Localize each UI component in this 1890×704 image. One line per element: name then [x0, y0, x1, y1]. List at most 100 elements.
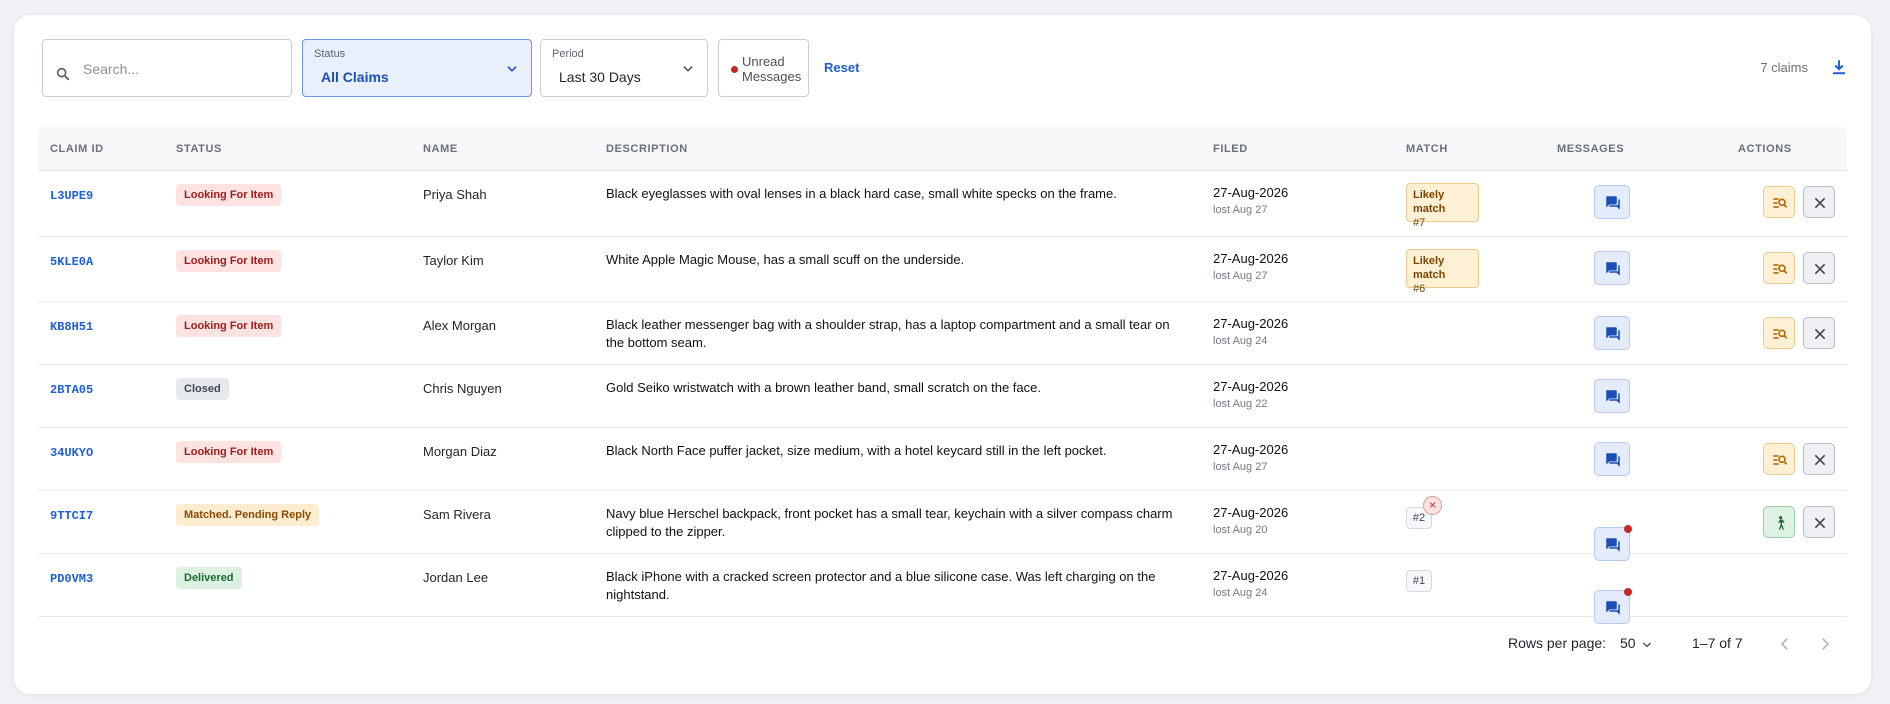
lost-date: lost Aug 22 — [1213, 398, 1268, 410]
lost-date: lost Aug 27 — [1213, 461, 1268, 473]
claimant-name: Priya Shah — [423, 187, 487, 202]
table-row[interactable]: 5KLE0A Looking For Item Taylor Kim White Ap… — [38, 237, 1847, 302]
likely-match-badge[interactable]: Likely match #6 — [1406, 249, 1479, 295]
match-number: #1 — [1412, 575, 1426, 587]
claimant-name: Jordan Lee — [423, 570, 489, 585]
column-header-claim-id: CLAIM ID — [50, 143, 104, 155]
period-select-label: Period — [552, 48, 584, 60]
period-select[interactable]: Period Last 30 Days — [540, 39, 708, 97]
claim-id-link[interactable]: KB8H51 — [50, 320, 93, 334]
find-match-button[interactable] — [1763, 443, 1795, 475]
claim-id-link[interactable]: 2BTA05 — [50, 383, 93, 397]
pickup-button[interactable] — [1763, 506, 1795, 538]
search-box[interactable] — [42, 39, 292, 97]
messages-button[interactable] — [1594, 185, 1630, 219]
column-header-filed: FILED — [1213, 143, 1248, 155]
column-header-messages: MESSAGES — [1557, 143, 1625, 155]
chevron-down-icon — [507, 66, 517, 72]
messages-button[interactable] — [1594, 316, 1630, 350]
close-claim-button[interactable] — [1803, 506, 1835, 538]
claimant-name: Sam Rivera — [423, 507, 491, 522]
table-header: CLAIM ID STATUS NAME DESCRIPTION FILED M… — [38, 127, 1847, 171]
chevron-down-icon — [683, 66, 693, 72]
column-header-description: DESCRIPTION — [606, 143, 688, 155]
filed-date: 27-Aug-2026 — [1213, 442, 1289, 457]
close-claim-button[interactable] — [1803, 317, 1835, 349]
filed-date: 27-Aug-2026 — [1213, 379, 1289, 394]
messages-button[interactable] — [1594, 251, 1630, 285]
column-header-match: MATCH — [1406, 143, 1448, 155]
unread-messages-filter[interactable]: Unread Messages — [718, 39, 809, 97]
chat-icon — [1606, 538, 1620, 552]
lost-date: lost Aug 20 — [1213, 524, 1268, 536]
filed-date-cell: 27-Aug-2026 lost Aug 27 — [1213, 251, 1288, 282]
remove-match-icon[interactable]: × — [1423, 496, 1442, 515]
find-match-button[interactable] — [1763, 252, 1795, 284]
close-claim-button[interactable] — [1803, 443, 1835, 475]
table-row[interactable]: KB8H51 Looking For Item Alex Morgan Black l… — [38, 302, 1847, 365]
pagination-bar: Rows per page: 50 1–7 of 7 — [0, 632, 1890, 656]
find-match-button[interactable] — [1763, 186, 1795, 218]
match-pill[interactable]: #1 — [1406, 570, 1432, 592]
reset-button[interactable]: Reset — [824, 60, 859, 75]
close-claim-button[interactable] — [1803, 186, 1835, 218]
filed-date-cell: 27-Aug-2026 lost Aug 27 — [1213, 185, 1288, 216]
messages-button[interactable] — [1594, 379, 1630, 413]
download-icon[interactable] — [1830, 57, 1848, 77]
lost-date: lost Aug 24 — [1213, 587, 1268, 599]
lost-date: lost Aug 27 — [1213, 204, 1268, 216]
close-claim-button[interactable] — [1803, 252, 1835, 284]
claim-description: Black iPhone with a cracked screen prote… — [606, 569, 1156, 602]
claim-id-link[interactable]: L3UPE9 — [50, 189, 93, 203]
claims-count: 7 claims — [1760, 60, 1808, 75]
table-row[interactable]: 9TTCI7 Matched. Pending Reply Sam Rivera Na… — [38, 491, 1847, 561]
table-row[interactable]: 2BTA05 Closed Chris Nguyen Gold Seiko wrist… — [38, 365, 1847, 428]
search-list-icon — [1773, 198, 1788, 208]
likely-match-title: Likely match — [1413, 255, 1446, 281]
claim-id-link[interactable]: 5KLE0A — [50, 255, 93, 269]
status-badge: Looking For Item — [176, 184, 282, 206]
filed-date-cell: 27-Aug-2026 lost Aug 22 — [1213, 379, 1288, 410]
search-input[interactable] — [83, 58, 283, 80]
filed-date: 27-Aug-2026 — [1213, 251, 1289, 266]
status-badge: Delivered — [176, 567, 242, 589]
claimant-name: Taylor Kim — [423, 253, 484, 268]
match-pill[interactable]: #2 × — [1406, 496, 1442, 529]
table-row[interactable]: PD0VM3 Delivered Jordan Lee Black iPhone wi… — [38, 554, 1847, 624]
close-icon — [1814, 263, 1826, 275]
unread-indicator-icon — [1624, 588, 1632, 596]
messages-button[interactable] — [1594, 442, 1630, 476]
likely-match-badge[interactable]: Likely match #7 — [1406, 183, 1479, 229]
claim-id-link[interactable]: 34UKYO — [50, 446, 93, 460]
chat-icon — [1606, 196, 1620, 210]
close-icon — [1814, 517, 1826, 529]
chat-icon — [1606, 453, 1620, 467]
search-list-icon — [1773, 455, 1788, 465]
filed-date-cell: 27-Aug-2026 lost Aug 27 — [1213, 442, 1288, 473]
table-row[interactable]: 34UKYO Looking For Item Morgan Diaz Black N… — [38, 428, 1847, 491]
claim-id-link[interactable]: 9TTCI7 — [50, 509, 93, 523]
chat-icon — [1606, 390, 1620, 404]
period-select-value: Last 30 Days — [559, 69, 641, 85]
rows-per-page-select[interactable]: 50 — [1620, 635, 1636, 651]
status-select[interactable]: Status All Claims — [302, 39, 532, 97]
chevron-right-icon[interactable] — [1816, 635, 1834, 653]
table-row[interactable]: L3UPE9 Looking For Item Priya Shah Black ey… — [38, 171, 1847, 237]
find-match-button[interactable] — [1763, 317, 1795, 349]
status-badge: Matched. Pending Reply — [176, 504, 320, 526]
claim-id-link[interactable]: PD0VM3 — [50, 572, 93, 586]
filter-toolbar: Status All Claims Period Last 30 Days Un… — [42, 39, 1852, 97]
chevron-down-icon[interactable] — [1641, 639, 1653, 651]
claim-description: Gold Seiko wristwatch with a brown leath… — [606, 380, 1041, 395]
messages-button[interactable] — [1594, 588, 1632, 624]
pagination-range: 1–7 of 7 — [1692, 635, 1743, 651]
claimant-name: Morgan Diaz — [423, 444, 497, 459]
status-badge: Looking For Item — [176, 441, 282, 463]
chat-icon — [1606, 601, 1620, 615]
chat-icon — [1606, 327, 1620, 341]
chevron-left-icon[interactable] — [1776, 635, 1794, 653]
close-icon — [1814, 197, 1826, 209]
filed-date-cell: 27-Aug-2026 lost Aug 24 — [1213, 568, 1288, 599]
claimant-name: Chris Nguyen — [423, 381, 502, 396]
claim-description: Navy blue Herschel backpack, front pocke… — [606, 506, 1173, 539]
